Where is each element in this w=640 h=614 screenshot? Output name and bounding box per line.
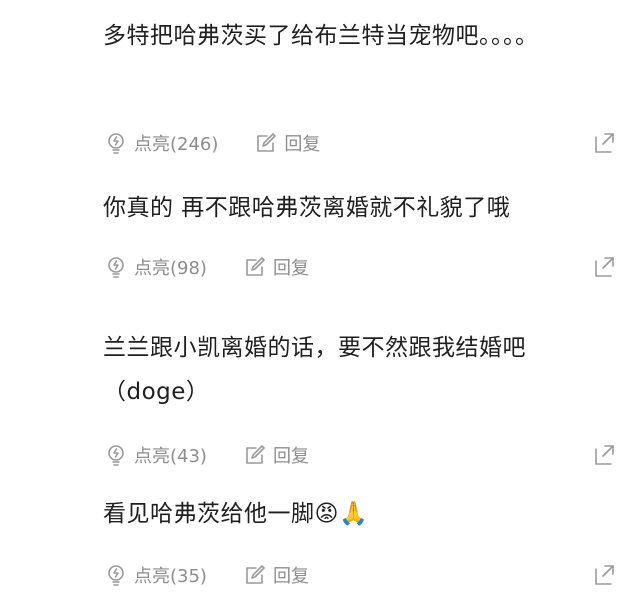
share-icon[interactable] (592, 443, 616, 467)
edit-icon (254, 131, 278, 155)
like-count: 点亮(98) (134, 258, 207, 279)
share-icon[interactable] (592, 131, 616, 155)
comment-text: 兰兰跟小凯离婚的话，要不然跟我结婚吧（doge） (103, 335, 526, 405)
comment-actions: 点亮(35) 回复 (104, 560, 616, 590)
lightbulb-icon (104, 443, 128, 467)
like-button[interactable]: 点亮(98) (104, 254, 207, 280)
edit-icon (243, 443, 267, 467)
reply-button[interactable]: 回复 (243, 254, 309, 280)
reply-button[interactable]: 回复 (243, 442, 309, 468)
reply-label: 回复 (272, 446, 309, 467)
share-icon[interactable] (592, 563, 616, 587)
lightbulb-icon (104, 563, 128, 587)
comment-actions: 点亮(246) 回复 (104, 128, 616, 158)
reply-label: 回复 (272, 258, 309, 279)
reply-label: 回复 (272, 566, 309, 587)
comment-text: 你真的 再不跟哈弗茨离婚就不礼貌了哦 (103, 195, 511, 221)
reply-button[interactable]: 回复 (243, 562, 309, 588)
like-button[interactable]: 点亮(246) (104, 130, 218, 156)
reply-label: 回复 (284, 134, 321, 155)
like-count: 点亮(246) (134, 134, 219, 155)
share-icon[interactable] (592, 255, 616, 279)
edit-icon (243, 255, 267, 279)
like-button[interactable]: 点亮(35) (104, 562, 207, 588)
comment-text: 多特把哈弗茨买了给布兰特当宠物吧。。。。 (103, 23, 539, 49)
comment-actions: 点亮(98) 回复 (104, 252, 616, 282)
reply-button[interactable]: 回复 (254, 130, 320, 156)
like-button[interactable]: 点亮(43) (104, 442, 207, 468)
like-count: 点亮(43) (134, 446, 207, 467)
lightbulb-icon (104, 255, 128, 279)
lightbulb-icon (104, 131, 128, 155)
comment-actions: 点亮(43) 回复 (104, 440, 616, 470)
edit-icon (243, 563, 267, 587)
like-count: 点亮(35) (134, 566, 207, 587)
comment-text: 看见哈弗茨给他一脚😡🙏 (103, 501, 369, 527)
